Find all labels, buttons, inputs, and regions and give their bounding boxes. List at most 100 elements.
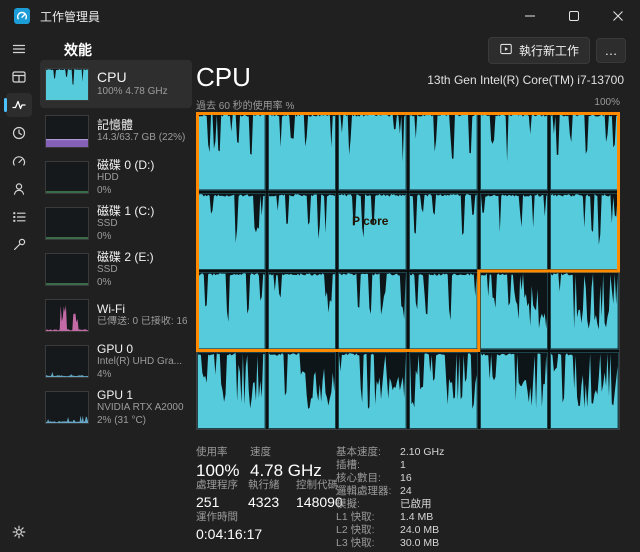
rail-item-details[interactable]	[6, 205, 32, 229]
rail-item-performance[interactable]	[6, 93, 32, 117]
sidebar-item-disk2[interactable]: 磁碟 2 (E:)SSD 0%	[40, 247, 192, 292]
core-usage-graph	[269, 114, 336, 190]
detail-label: 邏輯處理器:	[336, 485, 400, 498]
stat-0: 使用率100%	[196, 444, 239, 481]
startup-icon	[11, 153, 27, 169]
sidebar-item-title: 磁碟 1 (C:)	[97, 204, 187, 218]
cpu-core-cell	[409, 272, 478, 350]
performance-icon	[11, 97, 27, 113]
memory-mini-graph	[45, 115, 89, 148]
core-usage-graph	[481, 273, 548, 349]
core-usage-graph	[481, 114, 548, 190]
detail-value: 24	[400, 485, 412, 498]
sidebar-item-disk0[interactable]: 磁碟 0 (D:)HDD 0%	[40, 155, 192, 200]
page-title: 效能	[64, 40, 92, 60]
sidebar-item-subtitle: 100% 4.78 GHz	[97, 86, 187, 99]
core-usage-graph	[410, 194, 477, 270]
graph-max-label: 100%	[594, 97, 620, 112]
cpu-core-cell	[268, 193, 337, 271]
core-usage-graph	[339, 353, 406, 429]
sidebar-item-title: GPU 0	[97, 342, 187, 356]
disk1-mini-graph	[45, 207, 89, 240]
detail-value: 1	[400, 459, 406, 472]
rail-item-processes[interactable]	[6, 65, 32, 89]
cpu-core-cell	[480, 352, 549, 430]
core-usage-graph	[551, 273, 618, 349]
disk2-mini-graph	[45, 253, 89, 286]
cpu-core-cell	[197, 193, 266, 271]
sidebar-item-text: 磁碟 0 (D:)HDD 0%	[97, 158, 187, 197]
sidebar-item-cpu[interactable]: CPU100% 4.78 GHz	[40, 60, 192, 108]
cpu-core-cell	[268, 352, 337, 430]
cpu-core-cell	[550, 193, 619, 271]
cpu-details: 基本速度:2.10 GHz插槽:1核心數目:16邏輯處理器:24模擬:已啟用L1…	[336, 446, 444, 550]
cpu-core-cell	[550, 272, 619, 350]
rail-item-menu[interactable]	[6, 37, 32, 61]
sidebar-item-text: 記憶體14.3/63.7 GB (22%)	[97, 118, 187, 145]
sidebar-item-wifi[interactable]: Wi-Fi已傳送: 0 已接收: 16.0 I	[40, 293, 192, 338]
minimize-button[interactable]	[508, 0, 552, 32]
core-usage-graph	[551, 114, 618, 190]
detail-value: 已啟用	[400, 498, 432, 511]
services-icon	[11, 237, 27, 253]
core-usage-graph	[410, 273, 477, 349]
cpu-section-title: CPU	[196, 64, 251, 90]
maximize-button[interactable]	[552, 0, 596, 32]
cpu-header: CPU 13th Gen Intel(R) Core(TM) i7-13700	[196, 54, 624, 90]
detail-label: L3 快取:	[336, 537, 400, 550]
cpu-mini-graph	[45, 68, 89, 101]
sidebar-item-gpu1[interactable]: GPU 1NVIDIA RTX A2000 2% (31 °C)	[40, 385, 192, 430]
stat-5: 運作時間0:04:16:17	[196, 509, 262, 542]
cpu-core-cell	[409, 113, 478, 191]
cpu-core-cell	[197, 352, 266, 430]
detail-label: 核心數目:	[336, 472, 400, 485]
processes-icon	[11, 69, 27, 85]
rail-item-users[interactable]	[6, 177, 32, 201]
window-title: 工作管理員	[40, 8, 100, 25]
stat-label: 運作時間	[196, 509, 262, 524]
close-button[interactable]	[596, 0, 640, 32]
sidebar-item-text: Wi-Fi已傳送: 0 已接收: 16.0 I	[97, 302, 187, 329]
cpu-core-cell	[409, 193, 478, 271]
rail-item-startup-apps[interactable]	[6, 149, 32, 173]
logical-processors-grid	[196, 112, 620, 430]
cpu-core-cell	[480, 113, 549, 191]
cpu-core-cell	[550, 113, 619, 191]
stat-value: 4323	[248, 494, 280, 510]
sidebar-item-text: CPU100% 4.78 GHz	[97, 69, 187, 98]
detail-label: L1 快取:	[336, 511, 400, 524]
detail-row: 插槽:1	[336, 459, 444, 472]
sidebar-item-title: 記憶體	[97, 118, 187, 132]
cpu-core-cell	[480, 272, 549, 350]
cpu-core-cell	[480, 193, 549, 271]
rail-item-services[interactable]	[6, 233, 32, 257]
cpu-core-cell	[197, 272, 266, 350]
core-usage-graph	[551, 353, 618, 429]
detail-row: 基本速度:2.10 GHz	[336, 446, 444, 459]
core-usage-graph	[198, 273, 265, 349]
rail-item-app-history[interactable]	[6, 121, 32, 145]
core-usage-graph	[481, 194, 548, 270]
graph-caption: 過去 60 秒的使用率 %	[196, 97, 294, 112]
cpu-model-name: 13th Gen Intel(R) Core(TM) i7-13700	[427, 73, 624, 90]
cpu-core-cell	[409, 352, 478, 430]
task-manager-app-icon	[14, 8, 30, 24]
window-controls	[508, 0, 640, 32]
cpu-core-cell	[338, 272, 407, 350]
sidebar-item-memory[interactable]: 記憶體14.3/63.7 GB (22%)	[40, 109, 192, 154]
sidebar-item-subtitle: Intel(R) UHD Gra... 4%	[97, 356, 187, 381]
settings-icon	[11, 524, 27, 540]
detail-label: 基本速度:	[336, 446, 400, 459]
sidebar-item-text: GPU 1NVIDIA RTX A2000 2% (31 °C)	[97, 388, 187, 427]
core-usage-graph	[481, 353, 548, 429]
cpu-core-cell	[550, 352, 619, 430]
rail-item-settings[interactable]	[6, 520, 32, 544]
sidebar-item-gpu0[interactable]: GPU 0Intel(R) UHD Gra... 4%	[40, 339, 192, 384]
detail-label: 插槽:	[336, 459, 400, 472]
core-usage-graph	[198, 114, 265, 190]
sidebar-item-disk1[interactable]: 磁碟 1 (C:)SSD 0%	[40, 201, 192, 246]
cpu-core-cell	[338, 193, 407, 271]
details-icon	[11, 209, 27, 225]
core-usage-graph	[269, 273, 336, 349]
core-usage-graph	[269, 353, 336, 429]
